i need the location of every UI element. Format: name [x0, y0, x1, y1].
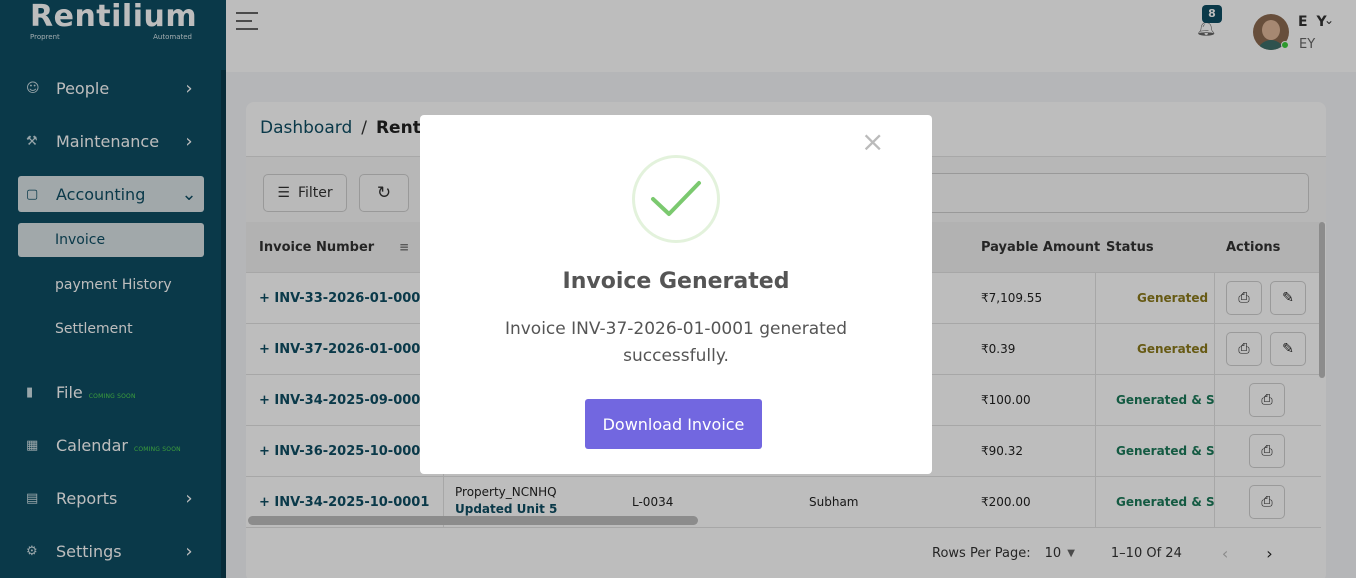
download-invoice-button[interactable]: Download Invoice — [585, 399, 762, 449]
invoice-generated-dialog: × Invoice Generated Invoice INV-37-2026-… — [420, 115, 932, 474]
dialog-message: Invoice INV-37-2026-01-0001 generated su… — [504, 319, 848, 366]
close-icon[interactable]: × — [861, 125, 884, 158]
dialog-title: Invoice Generated — [562, 269, 790, 294]
success-check-icon — [632, 155, 720, 243]
